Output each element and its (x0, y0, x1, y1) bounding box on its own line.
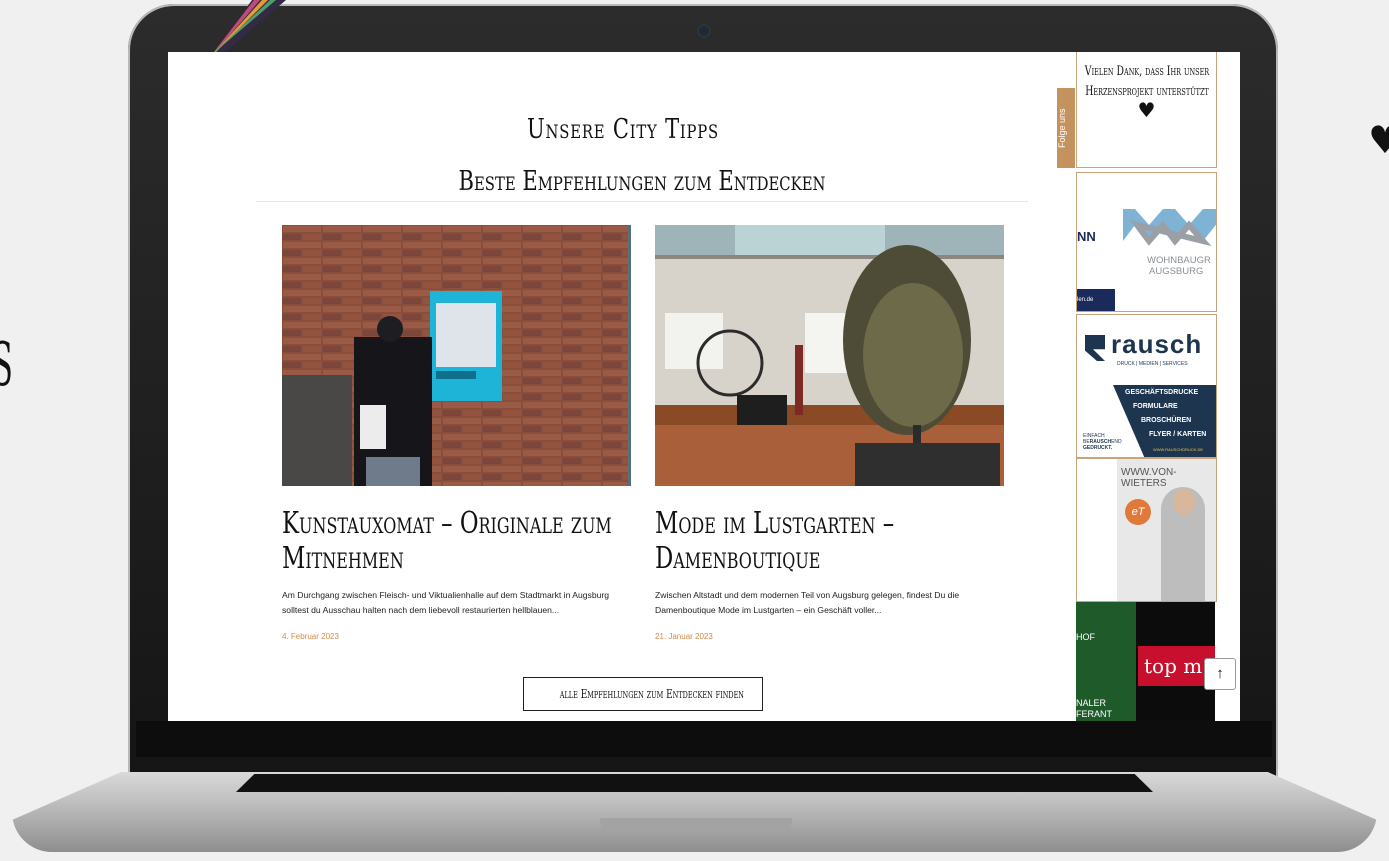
post-image-boutique[interactable] (655, 225, 1004, 486)
post-card[interactable]: Mode im Lustgarten – Damenboutique Zwisc… (655, 225, 1004, 641)
post-excerpt: Zwischen Altstadt und dem modernen Teil … (655, 590, 960, 615)
post-date: 4. Februar 2023 (282, 632, 339, 641)
laptop-notch (600, 818, 792, 832)
ad-wohnbau[interactable]: NN len.de WOHNBAUGR AUGSBURG (1076, 172, 1217, 312)
post-image-kunstauxomat[interactable] (282, 225, 631, 486)
browser-screen: Unsere City Tipps Beste Empfehlungen zum… (168, 52, 1240, 721)
sidebar: Vielen Dank, dass Ihr unser Herzensproje… (1075, 52, 1218, 721)
all-recommendations-button[interactable]: alle Empfehlungen zum Entdecken finden (523, 677, 763, 711)
post-excerpt: Am Durchgang zwischen Fleisch- und Viktu… (282, 590, 610, 615)
follow-us-tab[interactable]: Folge uns (1057, 88, 1075, 168)
wieters-logo-icon: eT (1125, 499, 1151, 525)
page-subtitle: Beste Empfehlungen zum Entdecken (458, 166, 826, 197)
ad-von-wieters[interactable]: WWW.VON-WIETERS eT (1076, 458, 1217, 602)
post-date: 21. Januar 2023 (655, 632, 713, 641)
post-card[interactable]: Kunstauxomat – Originale zum Mitnehmen A… (282, 225, 631, 641)
background-left-glyph: S (0, 330, 13, 400)
post-title[interactable]: Kunstauxomat – Originale zum Mitnehmen (282, 506, 632, 576)
camera-icon (699, 26, 709, 36)
ad-rausch[interactable]: rausch DRUCK | MEDIEN | SERVICES GESCHÄF… (1076, 314, 1217, 458)
ad-topm[interactable]: HOF NALER FERANT top m (1076, 602, 1215, 721)
scroll-to-top-button[interactable]: ↑ (1204, 658, 1236, 690)
screen-bottom-bezel (136, 721, 1272, 757)
divider (256, 201, 1028, 202)
page-title: Unsere City Tipps (527, 114, 719, 145)
rausch-logo-icon (1085, 335, 1105, 361)
heart-icon: ♥ (1137, 98, 1156, 122)
post-title[interactable]: Mode im Lustgarten – Damenboutique (655, 506, 1005, 576)
laptop-keyboard-edge (236, 774, 1153, 792)
thanks-box: Vielen Dank, dass Ihr unser Herzensproje… (1076, 52, 1217, 168)
background-heart-icon: ♥ (1368, 118, 1389, 162)
